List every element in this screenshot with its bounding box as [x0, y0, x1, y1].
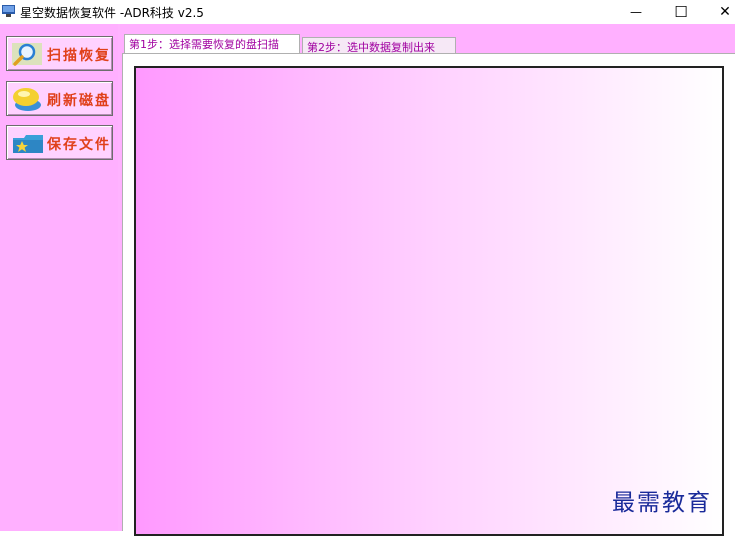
close-button[interactable]: ✕: [705, 0, 735, 24]
minimize-button[interactable]: —: [616, 0, 656, 24]
scan-recover-label: 扫描恢复: [47, 48, 111, 64]
watermark-text: 最需教育: [612, 490, 712, 516]
disk-refresh-icon: [13, 88, 41, 111]
tab-panel: [122, 53, 735, 536]
maximize-icon: ☐: [674, 3, 688, 21]
tab-step1-scan[interactable]: 第1步：选择需要恢复的盘扫描: [124, 34, 300, 53]
close-icon: ✕: [719, 4, 731, 20]
folder-save-icon: [13, 135, 43, 153]
save-file-label: 保存文件: [47, 137, 111, 153]
tab-step2-copy[interactable]: 第2步：选中数据复制出来: [302, 37, 456, 54]
client-area: 扫描恢复 刷新磁盘 保存文件 第1步：选择需要恢复的盘扫描 第2步：选中数据复制…: [0, 24, 735, 536]
maximize-button[interactable]: ☐: [661, 0, 701, 24]
refresh-disk-label: 刷新磁盘: [47, 93, 111, 109]
app-icon: [2, 5, 15, 17]
save-file-button[interactable]: 保存文件: [6, 125, 113, 160]
title-bar: 星空数据恢复软件 -ADR科技 v2.5 — ☐ ✕: [0, 0, 735, 24]
scan-recover-button[interactable]: 扫描恢复: [6, 36, 113, 71]
minimize-icon: —: [630, 5, 642, 19]
sidebar: 扫描恢复 刷新磁盘 保存文件: [0, 24, 118, 531]
refresh-disk-button[interactable]: 刷新磁盘: [6, 81, 113, 116]
disk-list-area[interactable]: [134, 66, 724, 536]
tab-control: 第1步：选择需要恢复的盘扫描 第2步：选中数据复制出来: [120, 24, 735, 536]
window-title: 星空数据恢复软件 -ADR科技 v2.5: [20, 6, 204, 20]
magnifier-icon: [12, 43, 42, 66]
